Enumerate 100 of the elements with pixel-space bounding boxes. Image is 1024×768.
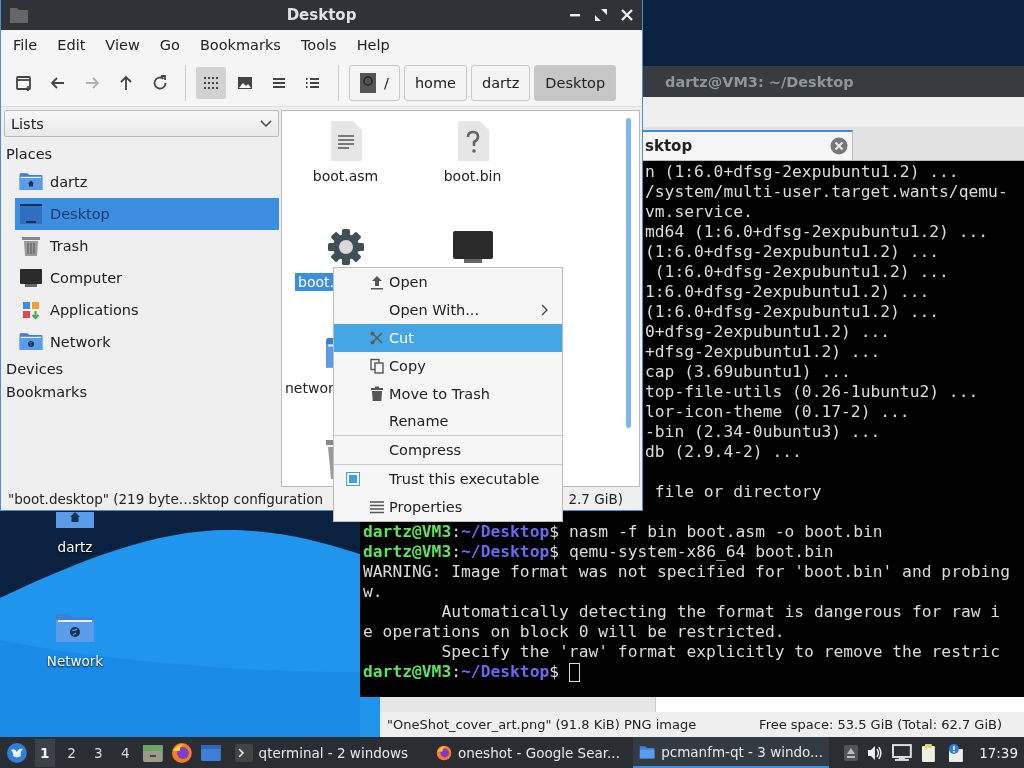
- sidebar-item[interactable]: Trash: [15, 230, 279, 262]
- terminal-line: cap (3.69ubuntu1) ...: [645, 362, 851, 382]
- unknown-file-icon: [455, 120, 490, 162]
- terminal-line: /system/multi-user.target.wants/qemu-: [645, 182, 1008, 202]
- sidebar-item[interactable]: Computer: [15, 262, 279, 294]
- eject-icon[interactable]: [842, 743, 859, 762]
- menu-item[interactable]: Go: [149, 37, 190, 53]
- terminal-tab[interactable]: sktop: [643, 130, 853, 160]
- close-icon[interactable]: [620, 8, 634, 22]
- path-button[interactable]: Desktop: [534, 65, 617, 101]
- terminal-line: file or directory: [653, 482, 822, 502]
- terminal-line: n (1:6.0+dfsg-2expubuntu1.2) ...: [645, 162, 959, 182]
- sidebar-item[interactable]: Applications: [15, 294, 279, 326]
- desktop-icon-label[interactable]: dartz: [57, 539, 93, 555]
- terminal-line: +dfsg-2expubuntu1.2) ...: [645, 342, 881, 362]
- menu-item[interactable]: File: [3, 37, 48, 53]
- scissors-icon: [369, 329, 385, 346]
- network-folder-icon: [55, 612, 95, 644]
- workspace-button[interactable]: 4: [115, 738, 136, 767]
- taskbar-button[interactable]: pcmanfm-qt - 3 windo...: [632, 737, 829, 768]
- upload-icon: [369, 273, 385, 290]
- path-button[interactable]: dartz: [471, 65, 531, 101]
- chevron-down-icon: [260, 119, 272, 128]
- menu-item[interactable]: Open: [334, 268, 562, 296]
- applications-icon: [20, 299, 42, 321]
- gear-icon: [325, 227, 366, 267]
- terminal-icon: [234, 743, 253, 762]
- desktop-icon-label[interactable]: Network: [46, 653, 104, 669]
- file-name[interactable]: boot.bin: [440, 167, 505, 185]
- terminal-line: (1:6.0+dfsg-2expubuntu1.2) ...: [645, 302, 940, 322]
- firefox-icon[interactable]: [170, 741, 193, 764]
- home-folder-icon: [55, 512, 95, 530]
- section-header[interactable]: Devices: [4, 358, 279, 381]
- image-icon: [236, 74, 254, 92]
- network-folder-icon: [19, 332, 43, 352]
- window-icon[interactable]: [199, 742, 222, 763]
- new-window-icon: [15, 74, 33, 92]
- taskbar-button[interactable]: qterminal - 2 windows: [228, 737, 423, 768]
- menu-item[interactable]: Copy: [334, 351, 562, 380]
- free-space-text: Free space: 53.5 GiB (Total: 62.7 GiB): [759, 717, 1002, 732]
- trash-icon: [20, 235, 42, 257]
- copy-icon: [369, 357, 385, 374]
- terminal-line: 0+dfsg-2expubuntu1.2) ...: [645, 322, 891, 342]
- file-cabinet-icon[interactable]: [142, 742, 164, 763]
- sidebar-item[interactable]: dartz: [15, 166, 279, 198]
- terminal-line: e operations on block 0 will be restricted.: [363, 622, 785, 642]
- text-file-icon: [328, 120, 363, 162]
- terminal-line: -bin (2.34-0ubuntu3) ...: [645, 422, 881, 442]
- taskbar-button[interactable]: oneshot - Google Sear...: [429, 737, 626, 768]
- terminal-line: top-file-utils (0.26-1ubuntu2) ...: [645, 382, 979, 402]
- menu-item[interactable]: Open With...: [334, 295, 562, 324]
- file-name[interactable]: networ: [282, 379, 337, 397]
- status-text: "boot.desktop" (219 byte…sktop configuration: [8, 490, 324, 507]
- terminal-prompt: dartz@VM3:~/Desktop$ qemu-system-x86_64 boot.bin: [363, 542, 834, 562]
- view-mode-button[interactable]: [196, 67, 226, 99]
- menu-item[interactable]: Compress: [334, 436, 562, 465]
- reload-icon: [151, 74, 169, 92]
- menu-item[interactable]: Edit: [47, 37, 96, 53]
- properties-icon: [369, 499, 385, 516]
- menu-item[interactable]: Properties: [334, 493, 562, 521]
- menu-item[interactable]: Bookmarks: [189, 37, 291, 53]
- terminal-line: 1:6.0+dfsg-2expubuntu1.2) ...: [645, 282, 930, 302]
- terminal-line: md64 (1:6.0+dfsg-2expubuntu1.2) ...: [645, 222, 989, 242]
- terminal-line: w.: [363, 582, 383, 602]
- free-space-text: 2.7 GiB): [568, 490, 623, 507]
- terminal-line: Specify the 'raw' format explicitly to remove the restric: [440, 642, 1001, 662]
- window-title: Desktop: [286, 6, 357, 24]
- folder-icon: [9, 6, 29, 24]
- file-name[interactable]: boot.asm: [309, 167, 382, 185]
- workspace-button[interactable]: 2: [61, 738, 82, 767]
- network-icon[interactable]: [890, 743, 913, 762]
- terminal-line: WARNING: Image format was not specified for 'boot.bin' and probing: [363, 562, 1010, 582]
- menu-item[interactable]: Tools: [290, 37, 347, 53]
- menu-item[interactable]: Help: [346, 37, 400, 53]
- terminal-line: Automatically detecting the format is dangerous for raw i: [440, 602, 1001, 622]
- menu-item[interactable]: View: [95, 37, 150, 53]
- scrollbar[interactable]: [626, 118, 631, 428]
- status-text: "OneShot_cover_art.png" (91.8 KiB) PNG image: [387, 717, 697, 732]
- drive-icon: [360, 73, 376, 93]
- clock[interactable]: 17:39: [979, 744, 1019, 761]
- workspace-button[interactable]: 1: [34, 738, 55, 767]
- window-title: dartz@VM3: ~/Desktop: [665, 73, 854, 90]
- terminal-line: vm.service.: [645, 202, 753, 222]
- maximize-icon[interactable]: [594, 8, 608, 22]
- section-header[interactable]: Bookmarks: [4, 381, 279, 404]
- start-menu-icon[interactable]: [6, 741, 28, 764]
- sidebar-item[interactable]: Network: [15, 326, 279, 358]
- desktop-icon: [19, 203, 43, 225]
- menu-item[interactable]: Move to Trash: [334, 379, 562, 408]
- terminal-line: lor-icon-theme (0.17-2) ...: [645, 402, 910, 422]
- side-pane-dropdown[interactable]: Lists: [4, 110, 279, 137]
- path-button[interactable]: home: [403, 65, 467, 101]
- menu-item[interactable]: Trust this executable: [334, 465, 562, 494]
- volume-icon[interactable]: [865, 743, 884, 762]
- section-header: Places: [5, 145, 54, 164]
- trash-icon: [369, 385, 385, 402]
- checkbox[interactable]: [346, 472, 360, 487]
- path-button[interactable]: /: [349, 65, 400, 101]
- menu-item[interactable]: Rename: [334, 407, 562, 436]
- workspace-button[interactable]: 3: [88, 738, 109, 767]
